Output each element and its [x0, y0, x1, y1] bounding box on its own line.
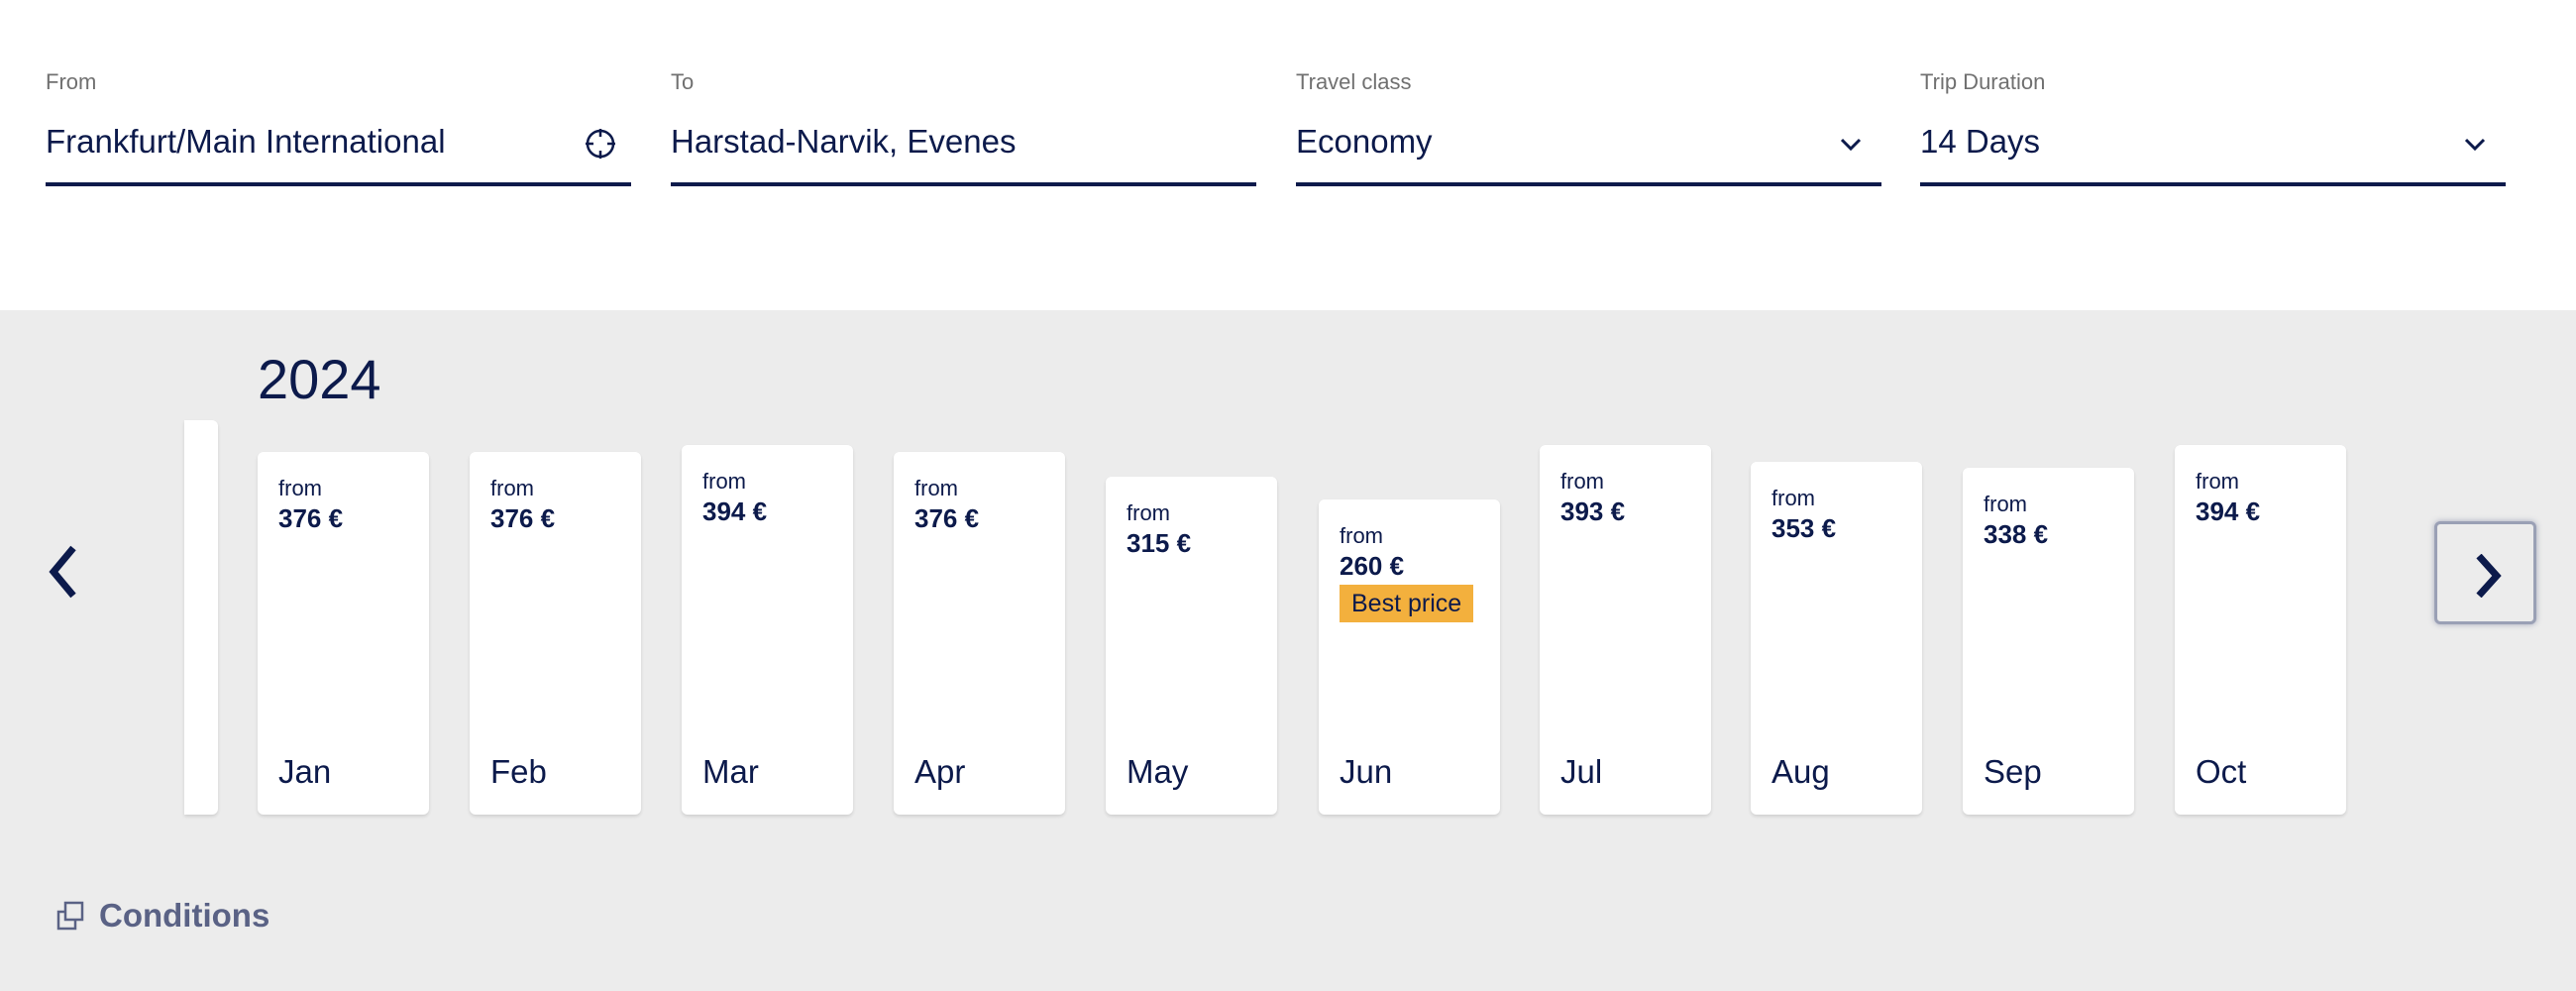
year-heading: 2024 [258, 348, 381, 410]
chevron-right-icon [2476, 554, 2502, 598]
price: 353 € [1771, 513, 1837, 543]
month-label: Jul [1560, 753, 1603, 790]
copy-icon [56, 901, 84, 931]
price: 394 € [702, 496, 768, 526]
month-label: Feb [490, 753, 547, 790]
from-label: From [46, 69, 97, 94]
month-label: Jun [1340, 753, 1393, 790]
crosshair-icon[interactable] [584, 127, 617, 161]
from-input[interactable]: Frankfurt/Main International [46, 123, 446, 161]
previous-button[interactable] [40, 540, 89, 604]
from-label: from [914, 476, 958, 500]
next-button[interactable] [2434, 521, 2536, 624]
to-field[interactable]: To Harstad-Narvik, Evenes [671, 69, 1256, 186]
price: 394 € [2196, 496, 2261, 526]
month-label: Aug [1771, 753, 1830, 790]
from-label: from [278, 476, 322, 500]
chevron-down-icon [1840, 138, 1862, 152]
from-label: from [2196, 469, 2239, 494]
month-card-jul[interactable]: from 393 € Jul [1540, 445, 1711, 815]
month-label: May [1127, 753, 1189, 790]
chevron-down-icon [2464, 138, 2486, 152]
month-card-mar[interactable]: from 394 € Mar [682, 445, 853, 815]
chevron-left-icon [49, 545, 76, 599]
travel-class-value: Economy [1296, 123, 1433, 160]
price: 260 € [1340, 551, 1405, 581]
previous-card-partial[interactable] [184, 420, 218, 815]
from-field[interactable]: From Frankfurt/Main International [46, 69, 631, 186]
conditions-label: Conditions [99, 897, 270, 934]
trip-duration-value: 14 Days [1920, 123, 2041, 160]
from-label: from [702, 469, 746, 494]
to-label: To [671, 69, 695, 94]
month-card-feb[interactable]: from 376 € Feb [470, 452, 641, 815]
from-label: from [1127, 500, 1170, 525]
month-card-aug[interactable]: from 353 € Aug [1751, 462, 1922, 815]
price: 376 € [914, 503, 980, 533]
from-label: from [1560, 469, 1604, 494]
price: 376 € [278, 503, 344, 533]
best-price-badge: Best price [1340, 585, 1474, 622]
trip-duration-label: Trip Duration [1920, 69, 2046, 94]
month-label: Sep [1984, 753, 2042, 790]
month-label: Apr [914, 753, 966, 790]
to-input[interactable]: Harstad-Narvik, Evenes [671, 123, 1016, 161]
price: 376 € [490, 503, 556, 533]
from-label: from [1984, 492, 2027, 516]
month-card-jun[interactable]: from 260 € Best price Jun [1319, 499, 1500, 815]
month-label: Jan [278, 753, 332, 790]
month-label: Oct [2196, 753, 2247, 790]
price: 315 € [1127, 528, 1192, 558]
month-card-oct[interactable]: from 394 € Oct [2175, 445, 2346, 815]
month-card-may[interactable]: from 315 € May [1106, 477, 1277, 815]
month-card-sep[interactable]: from 338 € Sep [1963, 468, 2134, 815]
from-label: from [1771, 486, 1815, 510]
travel-class-label: Travel class [1296, 69, 1412, 94]
from-label: from [490, 476, 534, 500]
month-label: Mar [702, 753, 759, 790]
trip-duration-select[interactable]: Trip Duration 14 Days [1920, 69, 2506, 186]
month-card-jan[interactable]: from 376 € Jan [258, 452, 429, 815]
month-card-apr[interactable]: from 376 € Apr [894, 452, 1065, 815]
travel-class-select[interactable]: Travel class Economy [1296, 69, 1881, 186]
conditions-link[interactable]: Conditions [55, 897, 269, 935]
price: 338 € [1984, 519, 2049, 549]
from-label: from [1340, 523, 1383, 548]
price: 393 € [1560, 496, 1626, 526]
